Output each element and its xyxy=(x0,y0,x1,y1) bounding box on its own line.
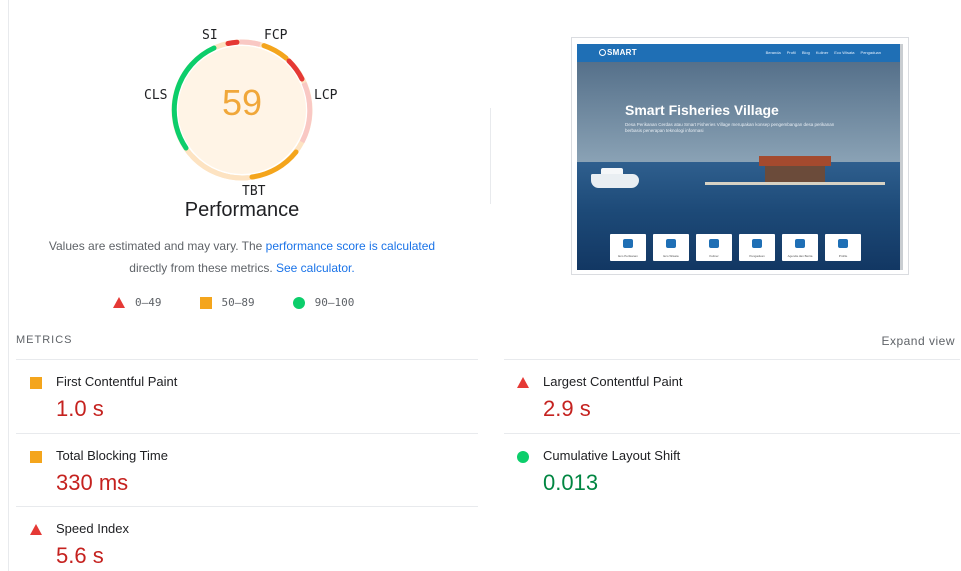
users-icon xyxy=(838,239,848,248)
preview-menu-item: Pengaduan xyxy=(860,50,881,55)
triangle-icon xyxy=(113,297,125,308)
calculator-link[interactable]: See calculator. xyxy=(276,261,355,275)
preview-card: Pengaduan xyxy=(739,234,775,261)
metrics-header: METRICS xyxy=(16,334,73,346)
preview-menu-item: Blog xyxy=(801,50,810,55)
legend-label: 50–89 xyxy=(221,296,255,309)
preview-card-label: Eco Wisata xyxy=(663,254,679,258)
legend-label: 90–100 xyxy=(314,296,355,309)
preview-menu-item: Profil xyxy=(786,50,796,55)
preview-card-label: Profile xyxy=(838,254,848,258)
preview-logo: SMART xyxy=(607,48,637,57)
metric-value: 2.9 s xyxy=(543,396,591,421)
gauge-label-tbt: TBT xyxy=(242,184,266,199)
gauge-label-lcp: LCP xyxy=(314,88,338,103)
building-icon xyxy=(752,239,762,248)
legend-item-average: 50–89 xyxy=(199,296,255,309)
screenshot-image: SMART Beranda Profil Blog Kuliner Eco Wi… xyxy=(577,44,903,270)
square-icon xyxy=(199,296,212,309)
preview-roof xyxy=(759,156,831,166)
vertical-divider xyxy=(490,108,491,204)
preview-card: Profile xyxy=(825,234,861,261)
circle-icon xyxy=(292,296,305,309)
metric-si[interactable]: Speed Index 5.6 s xyxy=(16,507,456,571)
metric-name: Cumulative Layout Shift xyxy=(543,448,681,463)
metric-tbt[interactable]: Total Blocking Time 330 ms xyxy=(16,434,456,506)
metric-value: 330 ms xyxy=(56,470,129,495)
left-border xyxy=(8,0,9,571)
square-icon xyxy=(30,377,42,389)
news-icon xyxy=(795,239,805,248)
preview-menu-item: Beranda xyxy=(765,50,781,55)
circle-icon xyxy=(517,451,529,463)
performance-title: Performance xyxy=(184,199,300,221)
triangle-icon xyxy=(517,377,529,388)
estimate-text-2: directly from these metrics. xyxy=(129,261,276,275)
estimate-text-1: Values are estimated and may vary. The xyxy=(48,239,266,253)
beach-icon xyxy=(666,239,676,248)
gauge-segment-si-rest xyxy=(239,39,261,47)
preview-scrollbar xyxy=(900,44,903,270)
score-legend: 0–49 50–89 90–100 xyxy=(113,296,392,309)
metric-cls[interactable]: Cumulative Layout Shift 0.013 xyxy=(503,434,943,506)
preview-menu: Beranda Profil Blog Kuliner Eco Wisata P… xyxy=(766,50,881,55)
preview-card: Agenda dan Berita xyxy=(782,234,818,261)
preview-feature-cards: Eco Perikanan Eco Wisata Kuliner Pengadu… xyxy=(610,234,861,261)
preview-hero-title: Smart Fisheries Village xyxy=(625,102,779,118)
metric-name: First Contentful Paint xyxy=(56,374,178,389)
preview-card-label: Eco Perikanan xyxy=(618,254,638,258)
metric-value: 5.6 s xyxy=(56,543,104,568)
preview-card-label: Pengaduan xyxy=(749,254,765,258)
metric-value: 0.013 xyxy=(543,470,599,495)
square-icon xyxy=(30,451,42,463)
legend-item-fail: 0–49 xyxy=(113,296,162,309)
preview-card: Eco Wisata xyxy=(653,234,689,261)
legend-label: 0–49 xyxy=(135,296,162,309)
utensils-icon xyxy=(709,239,719,248)
preview-menu-item: Eco Wisata xyxy=(834,50,855,55)
metric-name: Speed Index xyxy=(56,521,130,536)
preview-pier xyxy=(705,182,885,185)
fish-icon xyxy=(623,239,633,248)
expand-view-toggle[interactable]: Expand view xyxy=(881,334,955,348)
metric-value: 1.0 s xyxy=(56,396,104,421)
preview-stilt-house xyxy=(759,156,831,184)
triangle-icon xyxy=(30,524,42,535)
gauge-label-si: SI xyxy=(202,28,218,43)
gauge-segment-si xyxy=(225,39,240,46)
preview-logo-icon xyxy=(599,49,606,56)
score-calculation-link[interactable]: performance score is calculated xyxy=(266,239,435,253)
legend-item-pass: 90–100 xyxy=(292,296,355,309)
preview-navbar: SMART Beranda Profil Blog Kuliner Eco Wi… xyxy=(577,44,903,62)
final-screenshot[interactable]: SMART Beranda Profil Blog Kuliner Eco Wi… xyxy=(571,37,909,275)
metric-name: Largest Contentful Paint xyxy=(543,374,683,389)
preview-menu-item: Kuliner xyxy=(815,50,829,55)
gauge-label-fcp: FCP xyxy=(264,28,288,43)
preview-card-label: Kuliner xyxy=(709,254,719,258)
metric-fcp[interactable]: First Contentful Paint 1.0 s xyxy=(16,360,456,432)
preview-card: Kuliner xyxy=(696,234,732,261)
preview-hero-subtitle: Desa Perikanan Cerdas atau Smart Fisheri… xyxy=(625,122,835,133)
metric-lcp[interactable]: Largest Contentful Paint 2.9 s xyxy=(503,360,943,432)
performance-gauge[interactable]: 59 SI FCP LCP CLS TBT xyxy=(130,24,354,204)
preview-card: Eco Perikanan xyxy=(610,234,646,261)
gauge-label-cls: CLS xyxy=(144,88,168,103)
metric-name: Total Blocking Time xyxy=(56,448,168,463)
estimate-note: Values are estimated and may vary. The p… xyxy=(20,235,464,279)
preview-card-label: Agenda dan Berita xyxy=(787,254,813,258)
preview-boat xyxy=(591,174,639,188)
